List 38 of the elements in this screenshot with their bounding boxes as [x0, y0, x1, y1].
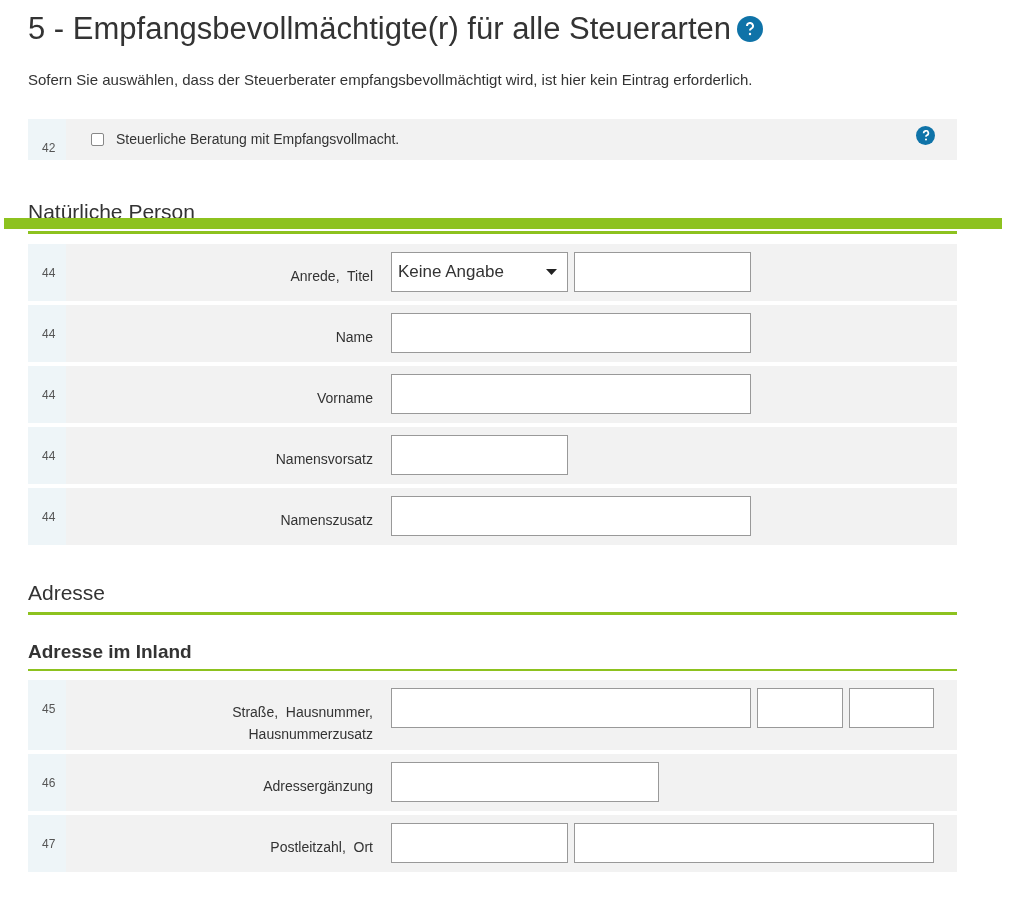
- help-icon[interactable]: [916, 126, 935, 145]
- section-heading: Adresse: [28, 580, 106, 606]
- row-number: 44: [28, 305, 66, 362]
- checkbox[interactable]: [91, 133, 104, 146]
- section-subheading: Adresse im Inland: [28, 640, 193, 664]
- input-field[interactable]: [574, 252, 751, 292]
- row-number: 47: [28, 815, 66, 872]
- row-number: 42: [28, 119, 66, 160]
- intro-text: Sofern Sie auswählen, dass der Steuerberater empfangsbevollmächtigt wird, ist hier kein Eintrag erforderlich.: [28, 69, 754, 90]
- row-number: 44: [28, 244, 66, 301]
- input-field[interactable]: [757, 688, 843, 728]
- input-field[interactable]: [391, 313, 751, 353]
- row-number: 46: [28, 754, 66, 811]
- field-label: Adressergänzung: [262, 777, 373, 796]
- page-title: 5 - Empfangsbevollmächtigte(r) für alle Steuerarten: [28, 10, 731, 48]
- input-field[interactable]: [391, 374, 751, 414]
- row-number: 44: [28, 488, 66, 545]
- caret-icon: [546, 269, 557, 275]
- input-field[interactable]: [391, 823, 568, 863]
- input-field[interactable]: [849, 688, 934, 728]
- field-label: Namenszusatz: [279, 511, 373, 530]
- row-number: 45: [28, 680, 66, 750]
- input-field[interactable]: [574, 823, 934, 863]
- field-label: Anrede, Titel: [289, 267, 373, 286]
- field-label: Postleitzahl, Ort: [269, 838, 373, 857]
- field-label: Vorname: [315, 389, 373, 408]
- field-label: Namensvorsatz: [274, 450, 373, 469]
- input-field[interactable]: [391, 688, 751, 728]
- select-field[interactable]: Keine Angabe: [391, 252, 568, 292]
- field-label: Name: [334, 328, 373, 347]
- row-number: 44: [28, 427, 66, 484]
- input-field[interactable]: [391, 762, 659, 802]
- checkbox-label: Steuerliche Beratung mit Empfangsvollmacht.: [116, 130, 400, 149]
- input-field[interactable]: [391, 496, 751, 536]
- input-field[interactable]: [391, 435, 568, 475]
- row-number: 44: [28, 366, 66, 423]
- field-label: Straße, Hausnummer, Hausnummerzusatz: [231, 703, 373, 744]
- help-icon[interactable]: [737, 16, 763, 43]
